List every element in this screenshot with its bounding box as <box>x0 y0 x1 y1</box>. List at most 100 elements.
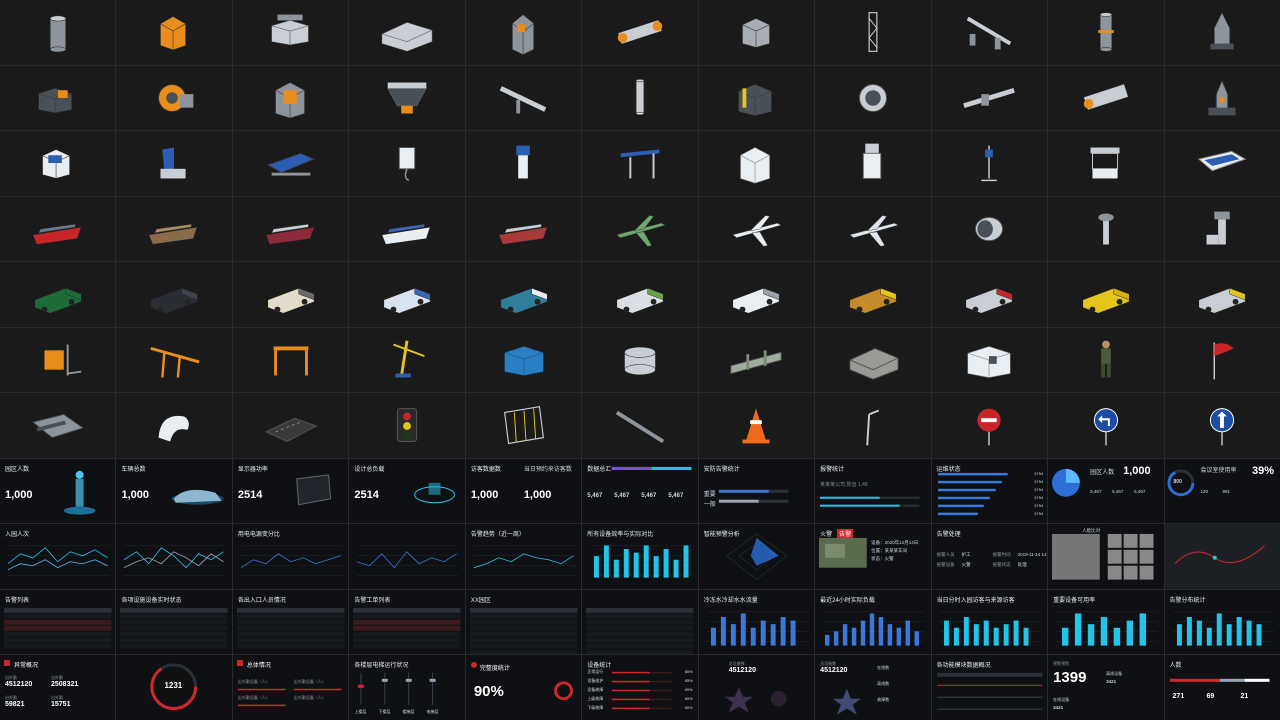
starmap-card-2[interactable]: 总设备数 4512120 在线数 离线数 故障数 <box>815 655 931 720</box>
abnormal-card[interactable]: 异常概况 出外勤 4512120 出外勤 2508321 出外勤 59821 出外勤 15751 <box>0 655 116 720</box>
asset-cell[interactable] <box>931 0 1048 65</box>
asset-cell[interactable] <box>1048 196 1164 262</box>
asset-cell[interactable] <box>0 131 116 196</box>
asset-cell[interactable] <box>1164 0 1280 65</box>
asset-cell[interactable] <box>1048 0 1164 65</box>
asset-cell[interactable] <box>815 262 931 327</box>
asset-cell[interactable] <box>815 393 931 458</box>
asset-cell[interactable] <box>349 196 465 262</box>
asset-cell[interactable] <box>116 262 232 327</box>
asset-cell[interactable] <box>1164 262 1280 327</box>
security-alarm-card[interactable]: 安防告警统计 重要 一般 <box>698 458 815 524</box>
alarm-handle-card[interactable]: 告警处理报警人员护工 报警时间 2019-11-14 14:00 报警设备火警 报警状态… <box>931 524 1048 589</box>
asset-cell[interactable] <box>931 393 1048 458</box>
asset-cell[interactable] <box>465 262 582 327</box>
vehicles-card[interactable]: 车辆总数 1,000 <box>116 458 232 524</box>
asset-cell[interactable] <box>698 262 815 327</box>
entrance-line-chart-2[interactable] <box>116 524 232 589</box>
device-stats-card[interactable]: 设备统计 正常运行 65% 设备维护 65% 设备故障 65% 上级故障 65% 下级故障 65% <box>582 655 698 720</box>
satisfaction-card[interactable]: 完整度统计 90% <box>465 655 582 720</box>
asset-cell[interactable] <box>232 393 349 458</box>
asset-cell[interactable] <box>698 393 815 458</box>
asset-cell[interactable] <box>232 131 349 196</box>
asset-cell[interactable] <box>931 65 1048 131</box>
elevator-sliders-card[interactable]: 各楼层电梯运行状况 上楼层 下楼层 楼梯层 电梯层 <box>349 655 465 720</box>
asset-cell[interactable] <box>1164 65 1280 131</box>
asset-cell[interactable] <box>349 262 465 327</box>
asset-cell[interactable] <box>815 65 931 131</box>
overview-card[interactable]: 总体情况 出外勤设备（人） 出外勤设备（人） 出外勤设备（人） 出外勤设备（人） <box>232 655 349 720</box>
person-count-card[interactable]: 人数 271 69 21 <box>1164 655 1280 720</box>
alarm-dist-chart[interactable]: 告警分布统计 <box>1164 589 1280 655</box>
hot-device-chart[interactable]: 所有设备效率与实际对比 <box>582 524 698 589</box>
radar-chart[interactable]: 智能预警分析 <box>698 524 815 589</box>
asset-cell[interactable] <box>1048 262 1164 327</box>
asset-cell[interactable] <box>0 65 116 131</box>
park-people-pie-card[interactable]: 园区人数 1,000 5,467 5,467 5,467 <box>1048 458 1164 524</box>
asset-cell[interactable] <box>349 131 465 196</box>
asset-cell[interactable] <box>116 65 232 131</box>
asset-cell[interactable] <box>582 131 698 196</box>
asset-cell[interactable] <box>698 327 815 393</box>
asset-cell[interactable] <box>116 196 232 262</box>
asset-cell[interactable] <box>1048 393 1164 458</box>
asset-cell[interactable] <box>698 196 815 262</box>
alarm-trend-chart[interactable]: 告警趋势（近一周） <box>465 524 582 589</box>
asset-cell[interactable] <box>815 131 931 196</box>
asset-cell[interactable] <box>465 327 582 393</box>
fire-alert-card[interactable]: 火警 告警 设备：2020年12月14日 位置：某某某车间 状态：火警 <box>815 524 931 589</box>
asset-cell[interactable] <box>116 393 232 458</box>
entrance-people-chart[interactable]: 入园人次 <box>0 524 116 589</box>
visitors-card[interactable]: 访客数据数 当日预约来访客数 1,000 1,000 <box>465 458 582 524</box>
asset-cell[interactable] <box>349 65 465 131</box>
asset-cell[interactable] <box>931 327 1048 393</box>
asset-cell[interactable] <box>232 196 349 262</box>
asset-cell[interactable] <box>698 0 815 65</box>
key-device-chart[interactable]: 重要设备可用率 <box>1048 589 1164 655</box>
asset-cell[interactable] <box>0 327 116 393</box>
gate-people-table[interactable]: 各出入口人员情况 <box>232 589 349 655</box>
starmap-card-1[interactable]: 总设备数 4512120 <box>698 655 815 720</box>
asset-cell[interactable] <box>582 196 698 262</box>
park-people-card[interactable]: 园区人数 1,000 <box>0 458 116 524</box>
asset-cell[interactable] <box>349 327 465 393</box>
asset-cell[interactable] <box>582 327 698 393</box>
water-flow-chart[interactable]: 冷冻水冷却水水流量 <box>698 589 815 655</box>
asset-cell[interactable] <box>116 327 232 393</box>
gauge-card[interactable]: 1231 <box>116 655 232 720</box>
load24-chart[interactable]: 最近24小时实际负载 <box>815 589 931 655</box>
asset-cell[interactable] <box>0 393 116 458</box>
asset-cell[interactable] <box>116 131 232 196</box>
asset-cell[interactable] <box>1164 196 1280 262</box>
alarm-list-table[interactable]: 告警列表 <box>0 589 116 655</box>
asset-cell[interactable] <box>1164 327 1280 393</box>
asset-cell[interactable] <box>815 327 931 393</box>
asset-cell[interactable] <box>232 0 349 65</box>
map-card[interactable] <box>1164 524 1280 589</box>
fire-stats-card[interactable]: 报警统计 某某某公司 数值 1,48 <box>815 458 931 524</box>
asset-cell[interactable] <box>116 0 232 65</box>
asset-cell[interactable] <box>931 196 1048 262</box>
asset-cell[interactable] <box>0 196 116 262</box>
running-status-card[interactable]: 运维状态 3794 3794 3794 3794 3794 3794 <box>931 458 1048 524</box>
bridge-card[interactable]: 各功能模块数据概况 <box>931 655 1048 720</box>
asset-cell[interactable] <box>465 0 582 65</box>
asset-cell[interactable] <box>582 393 698 458</box>
meeting-rate-card[interactable]: 800 会议室使用率 39% 120 891 <box>1164 458 1280 524</box>
park-table[interactable]: XX园区 <box>465 589 582 655</box>
big-number-card[interactable]: 预警预警 1399 在线设备 3421 离线设备 3421 <box>1048 655 1164 720</box>
asset-cell[interactable] <box>815 0 931 65</box>
asset-cell[interactable] <box>349 0 465 65</box>
asset-cell[interactable] <box>931 131 1048 196</box>
asset-cell[interactable] <box>465 65 582 131</box>
screen-power-card[interactable]: 显示器功率 2514 <box>232 458 349 524</box>
asset-cell[interactable] <box>698 131 815 196</box>
data-summary-card[interactable]: 数据总汇 5,467 5,467 5,467 5,467 <box>582 458 698 524</box>
visit-bar-chart[interactable]: 当日分时入园访客与来源访客 <box>931 589 1048 655</box>
asset-cell[interactable] <box>0 0 116 65</box>
asset-cell[interactable] <box>465 131 582 196</box>
asset-cell[interactable] <box>465 393 582 458</box>
power-dist-chart[interactable]: 用电电源变分比 <box>232 524 349 589</box>
asset-cell[interactable] <box>582 262 698 327</box>
asset-cell[interactable] <box>1164 393 1280 458</box>
